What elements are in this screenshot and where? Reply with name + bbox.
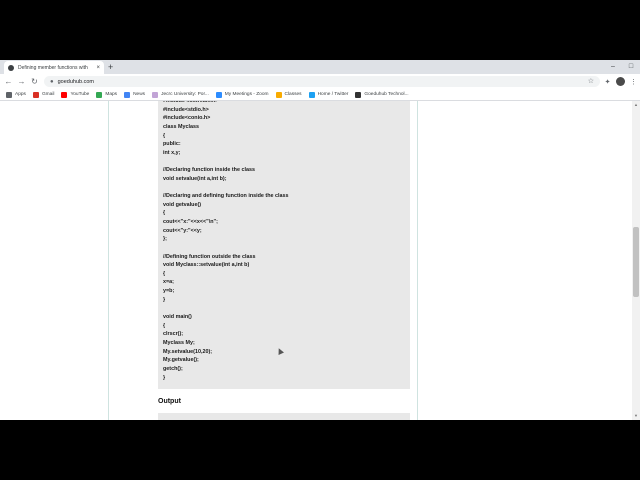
screen: Defining member functions with × + – □ ←… <box>0 0 640 480</box>
address-bar[interactable]: ● goeduhub.com ☆ <box>44 76 600 87</box>
code-line: #include<stdio.h> <box>163 106 209 113</box>
bookmark-item[interactable]: Classes <box>275 91 302 98</box>
extensions-icon[interactable]: ✦ <box>601 78 614 86</box>
code-line: cout<<"y:"<<y; <box>163 227 202 234</box>
code-line: //Declaring function inside the class <box>163 167 255 174</box>
bookmark-item[interactable]: Goeduhub Technol... <box>355 91 409 98</box>
browser-menu-icon[interactable]: ⋮ <box>627 78 640 86</box>
browser-window: Defining member functions with × + – □ ←… <box>0 60 640 420</box>
code-line: } <box>163 374 166 381</box>
code-line: { <box>163 322 166 329</box>
page-scrollbar[interactable]: ▲ ▼ <box>632 101 640 420</box>
code-block: #include<iostream.h> #include<stdio.h> #in… <box>158 101 410 389</box>
code-line: Myclass My; <box>163 339 195 346</box>
bookmark-star-icon[interactable]: ☆ <box>588 77 594 85</box>
bookmark-label: Jecrc University: Por... <box>161 92 209 97</box>
code-line: //Defining function outside the class <box>163 253 256 260</box>
scroll-up-icon[interactable]: ▲ <box>632 101 640 109</box>
profile-avatar[interactable] <box>616 77 625 86</box>
bookmark-label: Classes <box>284 92 302 97</box>
tab-strip: Defining member functions with × + – □ <box>0 60 640 74</box>
output-heading: Output <box>158 398 181 405</box>
minimize-button[interactable]: – <box>604 60 622 74</box>
bookmark-favicon-icon <box>6 91 12 98</box>
code-line: }; <box>163 236 167 243</box>
address-url: goeduhub.com <box>57 78 95 85</box>
bookmark-item[interactable]: Jecrc University: Por... <box>152 91 209 98</box>
code-line: //Declaring and defining function inside… <box>163 193 289 200</box>
code-line: int x,y; <box>163 149 181 156</box>
code-line: y=b; <box>163 288 175 295</box>
code-line: clrscr(); <box>163 331 184 338</box>
bookmark-item[interactable]: Apps <box>6 91 26 98</box>
lock-icon: ● <box>50 78 54 85</box>
tab-defining-member-functions[interactable]: Defining member functions with × <box>4 61 104 74</box>
code-line: public: <box>163 141 181 148</box>
tab-title: Defining member functions with <box>18 64 88 71</box>
bookmark-label: YouTube <box>70 92 90 97</box>
code-line: void getvalue() <box>163 201 202 208</box>
bookmark-item[interactable]: Maps <box>96 91 118 98</box>
bookmark-favicon-icon <box>32 91 39 98</box>
bookmark-item[interactable]: YouTube <box>61 91 90 98</box>
tab-close-icon[interactable]: × <box>96 65 100 71</box>
bookmark-favicon-icon <box>275 91 282 98</box>
code-line: } <box>163 296 166 303</box>
bookmark-label: Apps <box>15 92 26 97</box>
code-line: void Myclass::setvalue(int a,int b) <box>163 262 250 269</box>
browser-toolbar: ← → ↻ ● goeduhub.com ☆ ✦ ⋮ <box>0 74 640 89</box>
output-code-block <box>158 413 410 420</box>
code-line: class Myclass <box>163 123 199 130</box>
page-viewport: #include<iostream.h> #include<stdio.h> #in… <box>0 101 640 420</box>
forward-button[interactable]: → <box>15 77 28 86</box>
bookmark-item[interactable]: Gmail <box>32 91 55 98</box>
bookmark-label: Gmail <box>41 92 55 97</box>
code-text: #include<iostream.h> #include<stdio.h> #in… <box>163 101 289 382</box>
site-favicon-icon <box>8 64 14 71</box>
code-line: getch(); <box>163 365 183 372</box>
bookmark-favicon-icon <box>215 91 222 98</box>
toolbar-right: ✦ ⋮ <box>601 74 640 89</box>
code-line: { <box>163 270 166 277</box>
bookmark-favicon-icon <box>61 91 68 98</box>
scrollbar-thumb[interactable] <box>633 227 639 297</box>
bookmark-label: Home / Twitter <box>317 92 349 97</box>
article-content: #include<iostream.h> #include<stdio.h> #in… <box>108 101 418 420</box>
bookmark-favicon-icon <box>124 91 131 98</box>
bookmark-label: My Meetings - Zoom <box>224 92 269 97</box>
back-button[interactable]: ← <box>2 77 15 86</box>
code-line: #include<conio.h> <box>163 115 211 122</box>
code-line: { <box>163 132 166 139</box>
bookmark-label: News <box>133 92 146 97</box>
new-tab-button[interactable]: + <box>108 61 113 73</box>
bookmark-favicon-icon <box>152 91 159 98</box>
code-line: x=a; <box>163 279 174 286</box>
reload-button[interactable]: ↻ <box>28 77 41 86</box>
code-line: My.setvalue(10,20); <box>163 348 213 355</box>
code-line: void main() <box>163 314 192 321</box>
bookmarks-bar: Apps Gmail YouTube Maps News Jecrc University… <box>0 89 640 101</box>
scroll-down-icon[interactable]: ▼ <box>632 412 640 420</box>
bookmark-item[interactable]: Home / Twitter <box>308 91 349 98</box>
code-line: void setvalue(int a,int b); <box>163 175 227 182</box>
code-line: My.getvalue(); <box>163 357 199 364</box>
bookmark-label: Goeduhub Technol... <box>364 92 409 97</box>
bookmark-favicon-icon <box>355 91 362 98</box>
bookmark-item[interactable]: My Meetings - Zoom <box>215 91 269 98</box>
bookmark-favicon-icon <box>96 91 103 98</box>
bookmark-item[interactable]: News <box>124 91 146 98</box>
code-line: cout<<"x:"<<x<<"\n"; <box>163 218 218 225</box>
bookmark-favicon-icon <box>308 91 315 98</box>
code-line: { <box>163 210 166 217</box>
maximize-button[interactable]: □ <box>622 60 640 74</box>
bookmark-label: Maps <box>105 92 118 97</box>
